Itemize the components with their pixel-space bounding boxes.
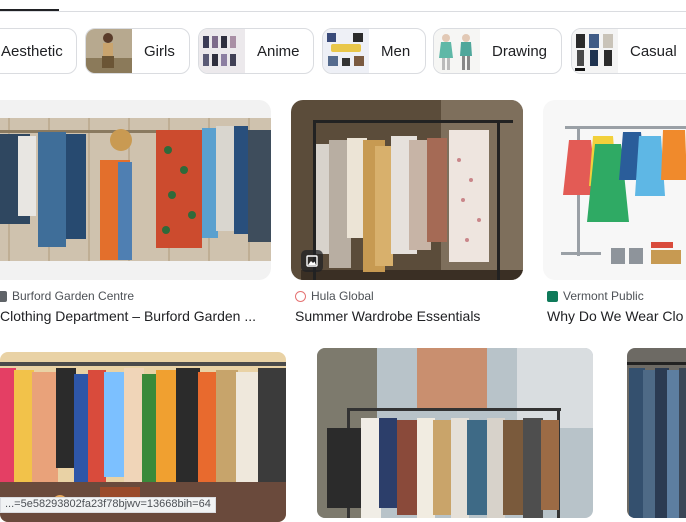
clothing-rack-photo [291, 100, 523, 280]
clothing-rack-photo [0, 100, 271, 280]
chip-men[interactable]: Men [322, 28, 426, 74]
result-source[interactable]: Burford Garden Centre [0, 289, 134, 303]
result-image-summer-wardrobe[interactable] [291, 100, 523, 280]
result-image-vermont-public[interactable] [543, 100, 686, 280]
result-title[interactable]: Why Do We Wear Clo [547, 308, 686, 324]
tab-divider [0, 11, 686, 12]
clothing-rack-photo [317, 348, 593, 518]
chip-thumbnail-image [572, 29, 618, 73]
result-image-outdoor-rack[interactable] [317, 348, 593, 518]
result-title[interactable]: Summer Wardrobe Essentials [295, 308, 523, 324]
chip-drawing[interactable]: Drawing [433, 28, 562, 74]
result-source[interactable]: Vermont Public [547, 289, 644, 303]
site-favicon-icon [547, 290, 558, 302]
result-image-clothing-department[interactable] [0, 100, 271, 280]
result-title[interactable]: Clothing Department – Burford Garden ... [0, 308, 270, 324]
chip-aesthetic[interactable]: Aesthetic [0, 28, 77, 74]
chip-label: Anime [257, 42, 300, 60]
chip-thumbnail-image [434, 29, 480, 73]
chip-label: Girls [144, 42, 175, 60]
site-favicon-icon [295, 290, 306, 302]
image-badge-icon [301, 250, 323, 272]
result-source[interactable]: Hula Global [295, 289, 374, 303]
source-name: Burford Garden Centre [12, 289, 135, 303]
chip-girls[interactable]: Girls [85, 28, 190, 74]
chip-thumbnail-image [199, 29, 245, 73]
chip-label: Men [381, 42, 411, 60]
source-name: Vermont Public [563, 289, 644, 303]
chip-casual[interactable]: Casual [571, 28, 686, 74]
chip-thumbnail-image [86, 29, 132, 73]
chip-anime[interactable]: Anime [198, 28, 314, 74]
status-bar-url: ...=5e58293802fa23f78bjwv=13668bih=64 [0, 497, 216, 513]
source-name: Hula Global [311, 289, 374, 303]
result-image-jackets[interactable] [627, 348, 686, 518]
chip-label: Drawing [492, 42, 548, 60]
chip-thumbnail-image [323, 29, 369, 73]
site-favicon-icon [0, 290, 7, 302]
chip-label: Casual [630, 42, 677, 60]
clothing-illustration [543, 100, 686, 280]
clothing-rack-photo [627, 348, 686, 518]
chip-label: Aesthetic [1, 42, 63, 60]
